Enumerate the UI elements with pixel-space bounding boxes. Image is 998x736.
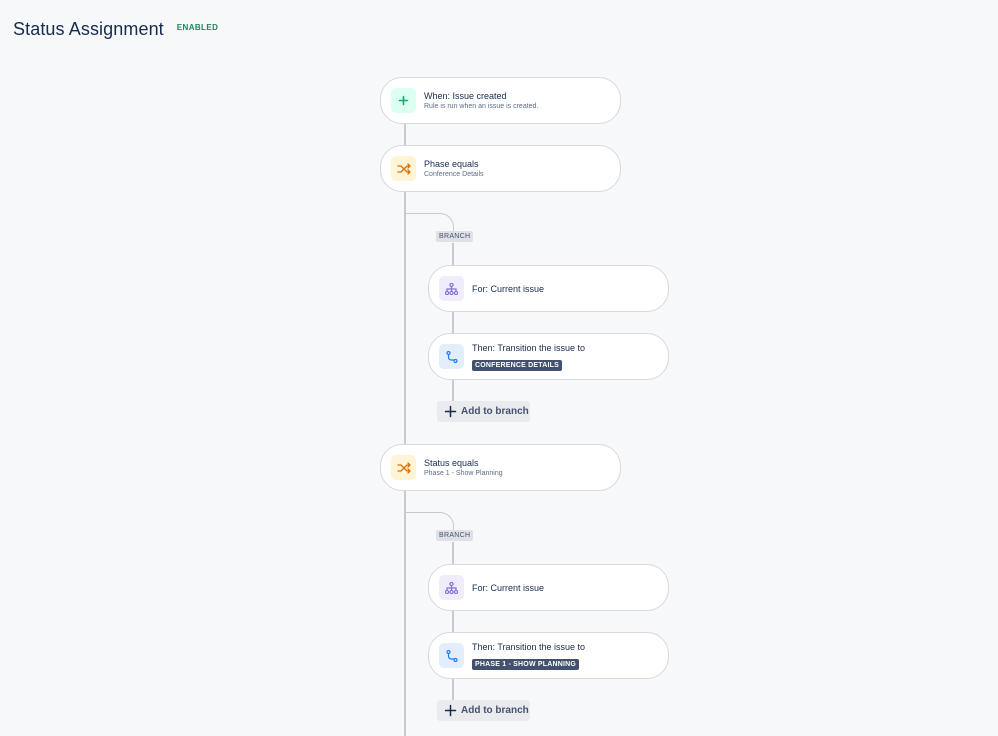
branch-for-label: For: Current issue	[472, 582, 545, 593]
condition-subtitle: Conference Details	[424, 170, 484, 178]
add-to-branch-button[interactable]: Add to branch	[437, 401, 530, 422]
add-to-branch-label: Add to branch	[461, 406, 529, 417]
transition-label: Then: Transition the issue to	[472, 342, 586, 353]
transition-card[interactable]: Then: Transition the issue to CONFERENCE…	[428, 333, 669, 380]
plus-icon	[444, 704, 457, 717]
add-to-branch-button[interactable]: Add to branch	[437, 700, 530, 721]
condition-title: Status equals	[424, 457, 479, 468]
branch-connector-curve	[405, 512, 454, 532]
branch-tag: BRANCH	[436, 231, 474, 242]
condition-card[interactable]: Status equals Phase 1 - Show Planning	[380, 444, 621, 491]
branch-for-card[interactable]: For: Current issue	[428, 265, 669, 312]
shuffle-icon	[391, 455, 416, 480]
condition-subtitle: Phase 1 - Show Planning	[424, 469, 503, 477]
trigger-subtitle: Rule is run when an issue is created.	[424, 102, 539, 110]
plus-icon	[391, 88, 416, 113]
hierarchy-icon	[439, 276, 464, 301]
transition-icon	[439, 643, 464, 668]
condition-card[interactable]: Phase equals Conference Details	[380, 145, 621, 192]
header: Status Assignment ENABLED	[13, 19, 218, 40]
shuffle-icon	[391, 156, 416, 181]
status-lozenge: CONFERENCE DETAILS	[472, 359, 562, 371]
transition-card[interactable]: Then: Transition the issue to PHASE 1 - …	[428, 632, 669, 679]
hierarchy-icon	[439, 575, 464, 600]
condition-title: Phase equals	[424, 158, 479, 169]
transition-label: Then: Transition the issue to	[472, 641, 586, 652]
status-lozenge: PHASE 1 - SHOW PLANNING	[472, 658, 580, 670]
branch-for-label: For: Current issue	[472, 283, 545, 294]
trigger-card[interactable]: When: Issue created Rule is run when an …	[380, 77, 621, 124]
branch-for-card[interactable]: For: Current issue	[428, 564, 669, 611]
status-badge: ENABLED	[176, 23, 219, 32]
transition-icon	[439, 344, 464, 369]
page-title: Status Assignment	[13, 19, 164, 39]
add-to-branch-label: Add to branch	[461, 705, 529, 716]
branch-connector-curve	[405, 213, 454, 233]
branch-tag: BRANCH	[436, 530, 474, 541]
plus-icon	[444, 405, 457, 418]
trigger-title: When: Issue created	[424, 90, 507, 101]
